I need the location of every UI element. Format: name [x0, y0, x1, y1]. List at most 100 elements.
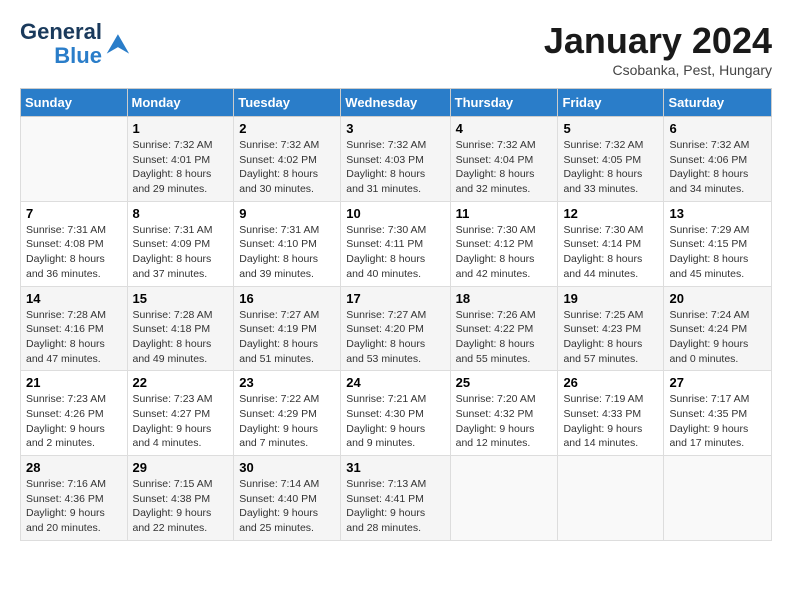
- calendar-cell: 20 Sunrise: 7:24 AMSunset: 4:24 PMDayligh…: [664, 286, 772, 371]
- calendar-cell: 13 Sunrise: 7:29 AMSunset: 4:15 PMDayligh…: [664, 201, 772, 286]
- day-info: Sunrise: 7:30 AMSunset: 4:14 PMDaylight:…: [563, 223, 658, 282]
- day-number: 31: [346, 460, 444, 475]
- day-info: Sunrise: 7:32 AMSunset: 4:06 PMDaylight:…: [669, 138, 766, 197]
- calendar-cell: 5 Sunrise: 7:32 AMSunset: 4:05 PMDaylight…: [558, 117, 664, 202]
- calendar-cell: 6 Sunrise: 7:32 AMSunset: 4:06 PMDaylight…: [664, 117, 772, 202]
- day-info: Sunrise: 7:20 AMSunset: 4:32 PMDaylight:…: [456, 392, 553, 451]
- calendar-cell: 24 Sunrise: 7:21 AMSunset: 4:30 PMDayligh…: [341, 371, 450, 456]
- day-info: Sunrise: 7:28 AMSunset: 4:16 PMDaylight:…: [26, 308, 122, 367]
- weekday-header-saturday: Saturday: [664, 89, 772, 117]
- day-number: 16: [239, 291, 335, 306]
- week-row-5: 28 Sunrise: 7:16 AMSunset: 4:36 PMDayligh…: [21, 456, 772, 541]
- week-row-1: 1 Sunrise: 7:32 AMSunset: 4:01 PMDaylight…: [21, 117, 772, 202]
- logo-bird-icon: ⮝: [106, 30, 130, 58]
- calendar-cell: 28 Sunrise: 7:16 AMSunset: 4:36 PMDayligh…: [21, 456, 128, 541]
- day-number: 22: [133, 375, 229, 390]
- day-number: 28: [26, 460, 122, 475]
- day-number: 8: [133, 206, 229, 221]
- day-number: 21: [26, 375, 122, 390]
- day-info: Sunrise: 7:30 AMSunset: 4:11 PMDaylight:…: [346, 223, 444, 282]
- day-number: 14: [26, 291, 122, 306]
- logo-text-blue: Blue: [54, 44, 102, 68]
- day-info: Sunrise: 7:19 AMSunset: 4:33 PMDaylight:…: [563, 392, 658, 451]
- day-number: 4: [456, 121, 553, 136]
- day-number: 23: [239, 375, 335, 390]
- day-number: 13: [669, 206, 766, 221]
- day-number: 9: [239, 206, 335, 221]
- calendar-cell: 12 Sunrise: 7:30 AMSunset: 4:14 PMDayligh…: [558, 201, 664, 286]
- weekday-header-monday: Monday: [127, 89, 234, 117]
- calendar-cell: 1 Sunrise: 7:32 AMSunset: 4:01 PMDaylight…: [127, 117, 234, 202]
- calendar-cell: 21 Sunrise: 7:23 AMSunset: 4:26 PMDayligh…: [21, 371, 128, 456]
- calendar-cell: 11 Sunrise: 7:30 AMSunset: 4:12 PMDayligh…: [450, 201, 558, 286]
- calendar-cell: [664, 456, 772, 541]
- location: Csobanka, Pest, Hungary: [544, 62, 772, 78]
- day-number: 30: [239, 460, 335, 475]
- calendar-cell: 4 Sunrise: 7:32 AMSunset: 4:04 PMDaylight…: [450, 117, 558, 202]
- calendar-cell: 31 Sunrise: 7:13 AMSunset: 4:41 PMDayligh…: [341, 456, 450, 541]
- day-number: 24: [346, 375, 444, 390]
- day-number: 3: [346, 121, 444, 136]
- day-number: 12: [563, 206, 658, 221]
- day-info: Sunrise: 7:22 AMSunset: 4:29 PMDaylight:…: [239, 392, 335, 451]
- day-number: 15: [133, 291, 229, 306]
- day-info: Sunrise: 7:32 AMSunset: 4:02 PMDaylight:…: [239, 138, 335, 197]
- day-number: 5: [563, 121, 658, 136]
- calendar-body: 1 Sunrise: 7:32 AMSunset: 4:01 PMDaylight…: [21, 117, 772, 541]
- day-info: Sunrise: 7:13 AMSunset: 4:41 PMDaylight:…: [346, 477, 444, 536]
- calendar-cell: 30 Sunrise: 7:14 AMSunset: 4:40 PMDayligh…: [234, 456, 341, 541]
- day-number: 20: [669, 291, 766, 306]
- calendar-cell: 7Sunrise: 7:31 AMSunset: 4:08 PMDaylight…: [21, 201, 128, 286]
- day-info: Sunrise: 7:24 AMSunset: 4:24 PMDaylight:…: [669, 308, 766, 367]
- calendar-cell: [21, 117, 128, 202]
- day-number: 25: [456, 375, 553, 390]
- day-number: 10: [346, 206, 444, 221]
- week-row-3: 14 Sunrise: 7:28 AMSunset: 4:16 PMDayligh…: [21, 286, 772, 371]
- day-info: Sunrise: 7:14 AMSunset: 4:40 PMDaylight:…: [239, 477, 335, 536]
- calendar-cell: 16 Sunrise: 7:27 AMSunset: 4:19 PMDayligh…: [234, 286, 341, 371]
- day-info: Sunrise: 7:16 AMSunset: 4:36 PMDaylight:…: [26, 477, 122, 536]
- day-number: 19: [563, 291, 658, 306]
- calendar-cell: 9 Sunrise: 7:31 AMSunset: 4:10 PMDaylight…: [234, 201, 341, 286]
- calendar-cell: 14 Sunrise: 7:28 AMSunset: 4:16 PMDayligh…: [21, 286, 128, 371]
- calendar-cell: 27Sunrise: 7:17 AMSunset: 4:35 PMDayligh…: [664, 371, 772, 456]
- day-info: Sunrise: 7:26 AMSunset: 4:22 PMDaylight:…: [456, 308, 553, 367]
- month-title: January 2024: [544, 20, 772, 62]
- day-info: Sunrise: 7:23 AMSunset: 4:26 PMDaylight:…: [26, 392, 122, 451]
- day-info: Sunrise: 7:21 AMSunset: 4:30 PMDaylight:…: [346, 392, 444, 451]
- calendar-cell: 17Sunrise: 7:27 AMSunset: 4:20 PMDayligh…: [341, 286, 450, 371]
- weekday-header-sunday: Sunday: [21, 89, 128, 117]
- day-info: Sunrise: 7:32 AMSunset: 4:04 PMDaylight:…: [456, 138, 553, 197]
- weekday-header-row: SundayMondayTuesdayWednesdayThursdayFrid…: [21, 89, 772, 117]
- day-info: Sunrise: 7:30 AMSunset: 4:12 PMDaylight:…: [456, 223, 553, 282]
- day-info: Sunrise: 7:25 AMSunset: 4:23 PMDaylight:…: [563, 308, 658, 367]
- logo: General Blue ⮝: [20, 20, 130, 68]
- calendar-cell: 25 Sunrise: 7:20 AMSunset: 4:32 PMDayligh…: [450, 371, 558, 456]
- calendar-cell: [558, 456, 664, 541]
- day-number: 7: [26, 206, 122, 221]
- day-number: 2: [239, 121, 335, 136]
- page-header: General Blue ⮝ January 2024 Csobanka, Pe…: [20, 20, 772, 78]
- day-number: 18: [456, 291, 553, 306]
- day-info: Sunrise: 7:29 AMSunset: 4:15 PMDaylight:…: [669, 223, 766, 282]
- calendar-cell: 19 Sunrise: 7:25 AMSunset: 4:23 PMDayligh…: [558, 286, 664, 371]
- calendar-cell: 8Sunrise: 7:31 AMSunset: 4:09 PMDaylight…: [127, 201, 234, 286]
- day-info: Sunrise: 7:23 AMSunset: 4:27 PMDaylight:…: [133, 392, 229, 451]
- calendar-table: SundayMondayTuesdayWednesdayThursdayFrid…: [20, 88, 772, 541]
- day-info: Sunrise: 7:31 AMSunset: 4:10 PMDaylight:…: [239, 223, 335, 282]
- day-number: 27: [669, 375, 766, 390]
- logo-text-general: General: [20, 20, 102, 44]
- title-block: January 2024 Csobanka, Pest, Hungary: [544, 20, 772, 78]
- day-info: Sunrise: 7:15 AMSunset: 4:38 PMDaylight:…: [133, 477, 229, 536]
- calendar-cell: 23 Sunrise: 7:22 AMSunset: 4:29 PMDayligh…: [234, 371, 341, 456]
- week-row-4: 21 Sunrise: 7:23 AMSunset: 4:26 PMDayligh…: [21, 371, 772, 456]
- day-number: 11: [456, 206, 553, 221]
- day-info: Sunrise: 7:27 AMSunset: 4:19 PMDaylight:…: [239, 308, 335, 367]
- day-number: 1: [133, 121, 229, 136]
- day-info: Sunrise: 7:32 AMSunset: 4:03 PMDaylight:…: [346, 138, 444, 197]
- calendar-cell: 18 Sunrise: 7:26 AMSunset: 4:22 PMDayligh…: [450, 286, 558, 371]
- day-info: Sunrise: 7:32 AMSunset: 4:01 PMDaylight:…: [133, 138, 229, 197]
- day-number: 6: [669, 121, 766, 136]
- day-info: Sunrise: 7:32 AMSunset: 4:05 PMDaylight:…: [563, 138, 658, 197]
- weekday-header-friday: Friday: [558, 89, 664, 117]
